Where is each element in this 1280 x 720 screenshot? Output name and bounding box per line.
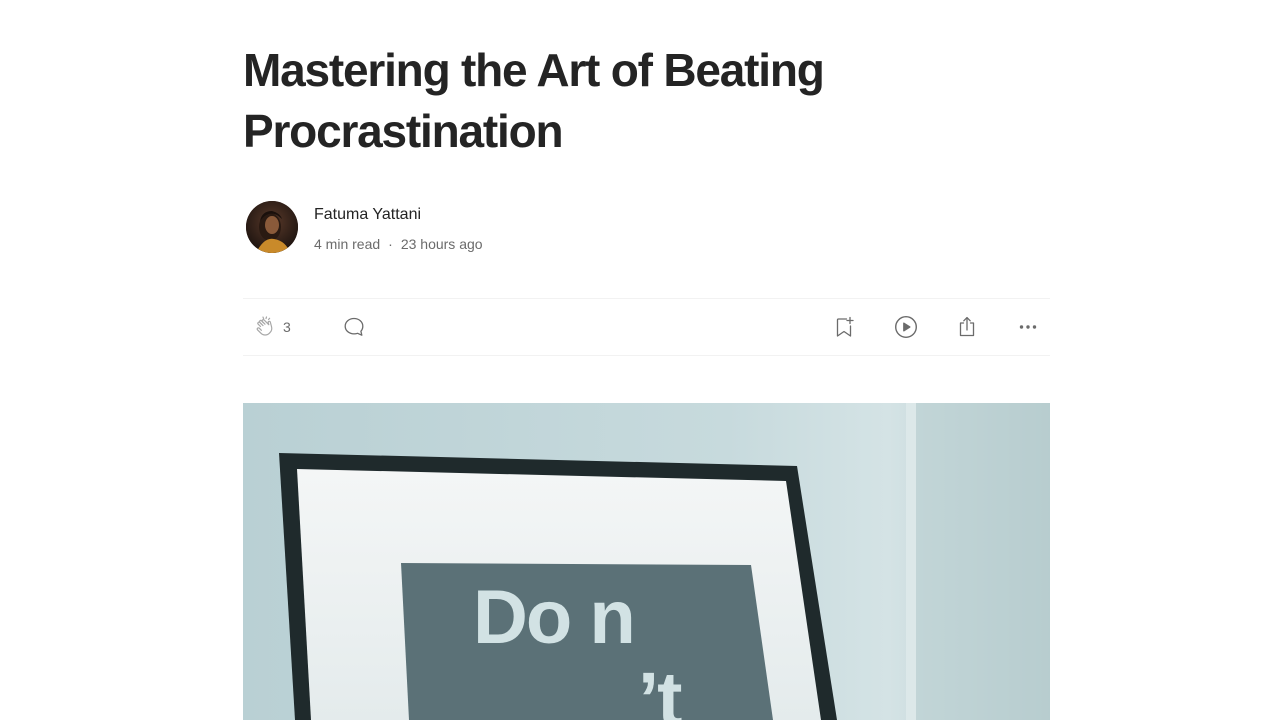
byline: Fatuma Yattani 4 min read · 23 hours ago bbox=[243, 199, 743, 255]
more-icon bbox=[1016, 315, 1040, 339]
sign-text-line1: Do n bbox=[473, 575, 634, 660]
clap-icon bbox=[253, 315, 277, 339]
article-title: Mastering the Art of Beating Procrastina… bbox=[243, 44, 825, 157]
bookmark-button[interactable] bbox=[832, 313, 856, 341]
read-time: 4 min read bbox=[314, 236, 381, 252]
share-icon bbox=[955, 315, 979, 339]
published-time: 23 hours ago bbox=[400, 236, 483, 252]
sign-text-line2: ’t bbox=[638, 657, 682, 720]
author-avatar[interactable] bbox=[246, 201, 298, 253]
share-button[interactable] bbox=[955, 313, 979, 341]
more-button[interactable] bbox=[1016, 313, 1040, 341]
comment-button[interactable] bbox=[342, 313, 366, 341]
clap-button[interactable]: 3 bbox=[253, 313, 291, 341]
action-bar: 3 bbox=[243, 298, 1050, 356]
post-meta: 4 min read · 23 hours ago bbox=[314, 236, 483, 252]
comment-icon bbox=[342, 315, 366, 339]
author-name[interactable]: Fatuma Yattani bbox=[314, 206, 421, 224]
meta-separator: · bbox=[388, 236, 393, 252]
bookmark-add-icon bbox=[832, 315, 856, 339]
clap-count: 3 bbox=[283, 319, 291, 335]
listen-button[interactable] bbox=[893, 313, 919, 341]
hero-image: Do n ’t bbox=[243, 403, 1050, 720]
listen-play-icon bbox=[893, 314, 919, 340]
